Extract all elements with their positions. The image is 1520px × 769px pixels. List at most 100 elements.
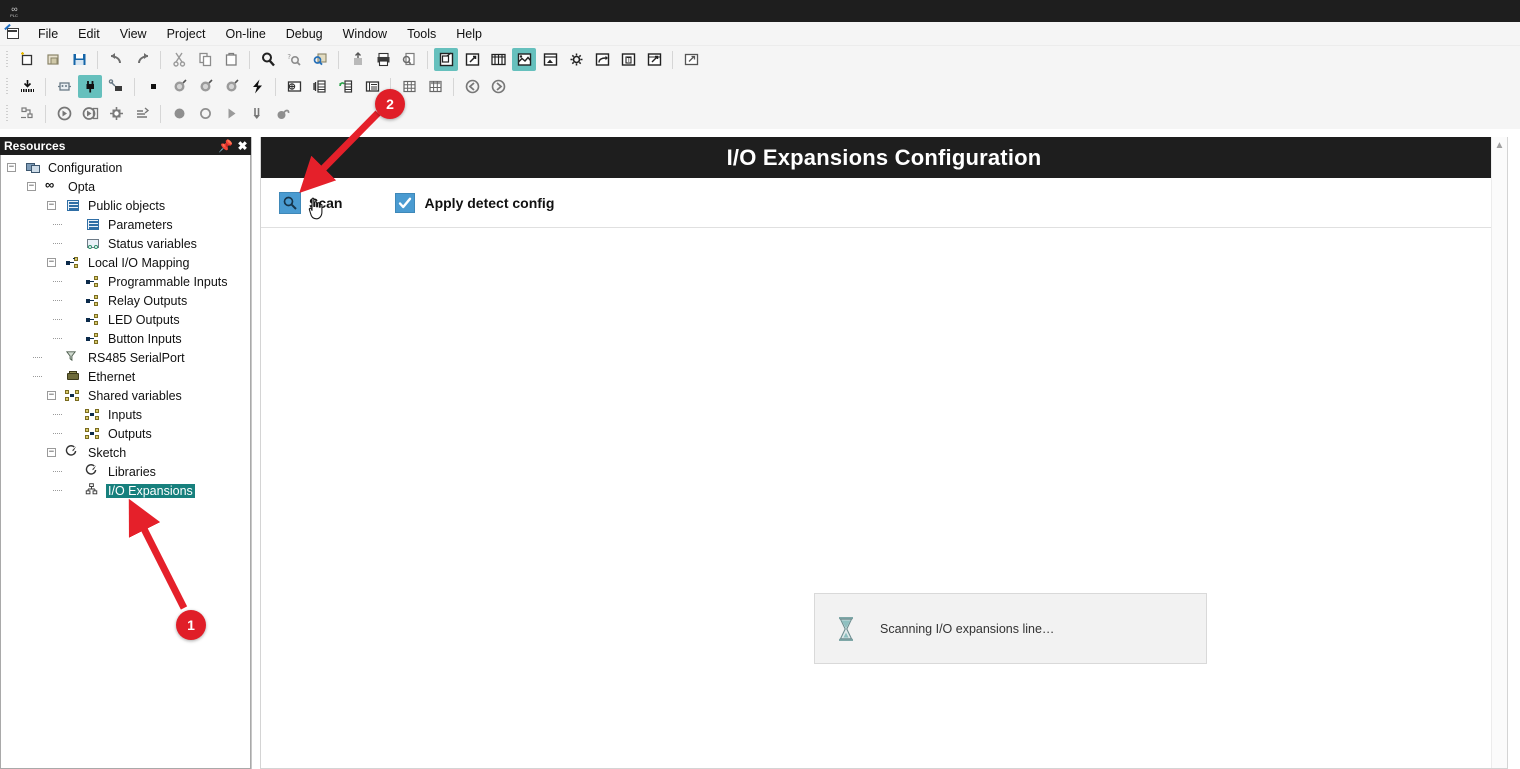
print-icon[interactable] <box>371 48 395 71</box>
new-project-icon[interactable] <box>15 48 39 71</box>
tree-node-sketch[interactable]: − Sketch <box>1 443 250 462</box>
menu-item-tools[interactable]: Tools <box>397 24 446 44</box>
text-window-icon[interactable]: T <box>616 48 640 71</box>
expander-icon[interactable]: − <box>7 163 16 172</box>
source-code-icon[interactable] <box>282 75 306 98</box>
copy-icon[interactable] <box>193 48 217 71</box>
resources-panel-title: Resources <box>4 139 66 153</box>
parameters-icon <box>85 217 102 233</box>
tree-label: Opta <box>68 179 96 194</box>
download-code-icon[interactable] <box>15 75 39 98</box>
undo-icon[interactable] <box>104 48 128 71</box>
toolbar-grip[interactable] <box>5 50 11 69</box>
expander-icon[interactable]: − <box>27 182 36 191</box>
plug-connect-icon[interactable] <box>78 75 102 98</box>
play-icon[interactable] <box>219 102 243 125</box>
expander-icon[interactable]: − <box>47 448 56 457</box>
menu-item-debug[interactable]: Debug <box>276 24 333 44</box>
tree-label: Shared variables <box>88 388 182 403</box>
debug-mode3-icon[interactable] <box>219 75 243 98</box>
tree-node-parameters[interactable]: Parameters <box>1 215 250 234</box>
expander-icon[interactable]: − <box>47 201 56 210</box>
tree-node-relay-outputs[interactable]: Relay Outputs <box>1 291 250 310</box>
variables-icon[interactable] <box>308 75 332 98</box>
restore-window-icon[interactable] <box>590 48 614 71</box>
disconnect-icon[interactable] <box>104 75 128 98</box>
export-icon[interactable] <box>345 48 369 71</box>
resources-tree[interactable]: − Configuration − ∞ Opta − Public object… <box>0 155 251 769</box>
tree-node-button-inputs[interactable]: Button Inputs <box>1 329 250 348</box>
tree-label: Public objects <box>88 198 166 213</box>
tree-node-public-objects[interactable]: − Public objects <box>1 196 250 215</box>
connect-device-icon[interactable] <box>52 75 76 98</box>
paste-icon[interactable] <box>219 48 243 71</box>
menu-item-help[interactable]: Help <box>446 24 492 44</box>
content-vertical-scrollbar[interactable]: ▲ <box>1491 137 1507 768</box>
watch-window-icon[interactable] <box>486 48 510 71</box>
expander-icon[interactable]: − <box>47 391 56 400</box>
stop-record-icon[interactable] <box>193 102 217 125</box>
breakpoint-settings-icon[interactable] <box>104 102 128 125</box>
find-in-project-icon[interactable] <box>308 48 332 71</box>
tree-node-io-expansions[interactable]: I/O Expansions <box>1 481 250 500</box>
trigger-icon[interactable] <box>130 102 154 125</box>
menu-item-window[interactable]: Window <box>333 24 397 44</box>
apply-detect-config-checkbox[interactable]: Apply detect config <box>395 192 554 213</box>
io-expansions-page: I/O Expansions Configuration Scan Apply … <box>260 137 1508 769</box>
close-icon[interactable]: ✖ <box>234 138 251 154</box>
network-config-icon[interactable] <box>15 102 39 125</box>
tree-node-configuration[interactable]: − Configuration <box>1 158 250 177</box>
tree-node-shared-outputs[interactable]: Outputs <box>1 424 250 443</box>
tree-node-rs485-serialport[interactable]: RS485 SerialPort <box>1 348 250 367</box>
back-icon[interactable] <box>460 75 484 98</box>
io-mapping-icon <box>65 255 82 271</box>
pin-icon[interactable]: 📌 <box>217 138 234 154</box>
run-cycle-icon[interactable] <box>52 102 76 125</box>
expander-icon[interactable]: − <box>47 258 56 267</box>
grid-alt-icon[interactable] <box>423 75 447 98</box>
stop-icon[interactable] <box>141 75 165 98</box>
watch-point-icon[interactable] <box>271 102 295 125</box>
find-icon[interactable] <box>256 48 280 71</box>
workspace-window-icon[interactable] <box>434 48 458 71</box>
menu-item-view[interactable]: View <box>110 24 157 44</box>
tools-window-icon[interactable] <box>642 48 666 71</box>
tree-node-led-outputs[interactable]: LED Outputs <box>1 310 250 329</box>
tree-node-local-io-mapping[interactable]: − Local I/O Mapping <box>1 253 250 272</box>
tree-node-programmable-inputs[interactable]: Programmable Inputs <box>1 272 250 291</box>
step-run-icon[interactable] <box>78 102 102 125</box>
resources-window-icon[interactable] <box>512 48 536 71</box>
step-into-icon[interactable] <box>245 102 269 125</box>
redo-icon[interactable] <box>130 48 154 71</box>
magnifier-icon <box>279 191 301 214</box>
tree-node-opta[interactable]: − ∞ Opta <box>1 177 250 196</box>
tree-node-libraries[interactable]: Libraries <box>1 462 250 481</box>
debug-mode2-icon[interactable] <box>193 75 217 98</box>
shared-variables-icon <box>65 388 82 404</box>
print-preview-icon[interactable] <box>397 48 421 71</box>
fullscreen-icon[interactable] <box>679 48 703 71</box>
settings-window-icon[interactable] <box>564 48 588 71</box>
tree-node-ethernet[interactable]: Ethernet <box>1 367 250 386</box>
menu-item-file[interactable]: File <box>28 24 68 44</box>
menu-item-online[interactable]: On-line <box>215 24 275 44</box>
image-window-icon[interactable] <box>538 48 562 71</box>
chevron-up-icon[interactable]: ▲ <box>1492 137 1507 154</box>
output-window-icon[interactable] <box>460 48 484 71</box>
toolbar-grip[interactable] <box>5 77 11 96</box>
cut-icon[interactable] <box>167 48 191 71</box>
tree-node-status-variables[interactable]: Status variables <box>1 234 250 253</box>
flash-icon[interactable] <box>245 75 269 98</box>
menu-item-edit[interactable]: Edit <box>68 24 110 44</box>
open-project-icon[interactable] <box>41 48 65 71</box>
save-icon[interactable] <box>67 48 91 71</box>
tree-node-shared-inputs[interactable]: Inputs <box>1 405 250 424</box>
refresh-variables-icon[interactable] <box>334 75 358 98</box>
debug-mode-icon[interactable] <box>167 75 191 98</box>
forward-icon[interactable] <box>486 75 510 98</box>
record-icon[interactable] <box>167 102 191 125</box>
toolbar-grip[interactable] <box>5 104 11 123</box>
find-next-icon[interactable]: ? <box>282 48 306 71</box>
tree-node-shared-variables[interactable]: − Shared variables <box>1 386 250 405</box>
menu-item-project[interactable]: Project <box>157 24 216 44</box>
